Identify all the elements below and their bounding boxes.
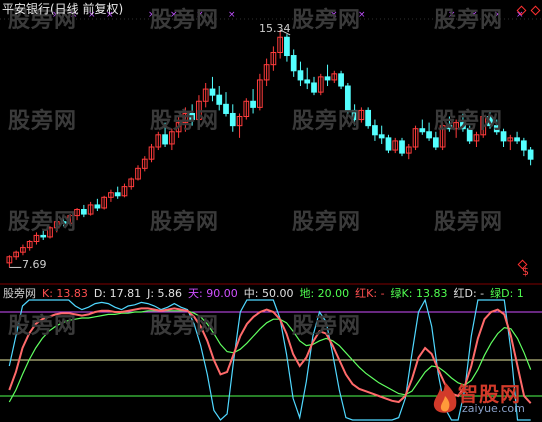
flame-icon	[433, 382, 457, 413]
candle-body-36	[250, 100, 256, 108]
site-logo: 智股网 zaiyue.com	[430, 378, 540, 420]
legend-item-3: 天: 90.00	[188, 287, 238, 300]
watermark-12: 股旁网	[434, 210, 504, 235]
candle-body-30	[209, 88, 216, 96]
watermark-5: 股旁网	[8, 109, 78, 134]
candle-body-61	[419, 128, 426, 133]
candle-body-45	[311, 82, 317, 93]
low-price-label: 7.69	[22, 258, 47, 271]
candle-body-75	[514, 137, 520, 142]
candle-body-16	[114, 192, 121, 197]
candle-body-44	[304, 79, 311, 84]
candle-body-41	[284, 36, 290, 57]
candle-body-23	[162, 134, 168, 145]
candle-body-76	[520, 140, 527, 151]
candle-body-33	[229, 112, 236, 127]
chart-title: 平安银行(日线 前复权)	[2, 2, 124, 16]
legend-item-9: 绿D: 1	[490, 287, 524, 300]
candle-body-53	[365, 109, 372, 127]
watermark-7: 股旁网	[292, 109, 362, 134]
candle-body-58	[399, 140, 405, 154]
watermark-3: 股旁网	[292, 8, 362, 33]
legend-item-5: 地: 20.00	[299, 287, 350, 300]
candle-body-13	[94, 204, 101, 209]
candle-body-55	[378, 134, 385, 139]
candle-body-43	[297, 70, 304, 81]
watermark-6: 股旁网	[150, 109, 220, 134]
candle-body-11	[80, 209, 87, 215]
watermark-13: 股旁网	[8, 314, 78, 339]
candle-body-54	[372, 125, 378, 136]
logo-sub-text: zaiyue.com	[462, 402, 525, 415]
candle-body-62	[426, 131, 432, 139]
candle-body-32	[223, 103, 229, 114]
indicator-name: 股旁网	[3, 287, 36, 300]
legend-item-1: D: 17.81	[93, 287, 142, 300]
indicator-legend: K: 13.83 D: 17.81 J: 5.86 天: 90.00 中: 50.00 地…	[42, 287, 530, 300]
watermark-15: 股旁网	[292, 314, 362, 339]
watermark-11: 股旁网	[292, 210, 362, 235]
top-marker-7: ×	[228, 10, 236, 20]
candle-body-56	[385, 137, 392, 151]
legend-item-0: K: 13.83	[42, 287, 88, 300]
watermark-10: 股旁网	[150, 210, 220, 235]
watermark-14: 股旁网	[150, 314, 220, 339]
candle-body-49	[338, 73, 344, 87]
watermark-4: 股旁网	[434, 8, 504, 33]
candle-body-63	[432, 137, 439, 148]
legend-item-4: 中: 50.00	[243, 287, 294, 300]
candle-body-47	[324, 76, 331, 81]
legend-item-7: 绿K: 13.83	[390, 287, 448, 300]
legend-item-6: 红K: -	[355, 287, 385, 300]
watermark-8: 股旁网	[434, 109, 504, 134]
legend-item-8: 红D: -	[453, 287, 485, 300]
watermark-2: 股旁网	[150, 8, 220, 33]
chart-window: × × × × × × × × × × × × × × 股旁网 股旁网 股旁网 股旁网 股旁网 股旁网 股…	[0, 0, 542, 422]
watermark-9: 股旁网	[8, 210, 78, 235]
high-price-label: 15.34	[259, 22, 291, 35]
candle-body-77	[527, 149, 534, 160]
legend-item-2: J: 5.86	[147, 287, 183, 300]
candle-body-42	[290, 55, 297, 72]
